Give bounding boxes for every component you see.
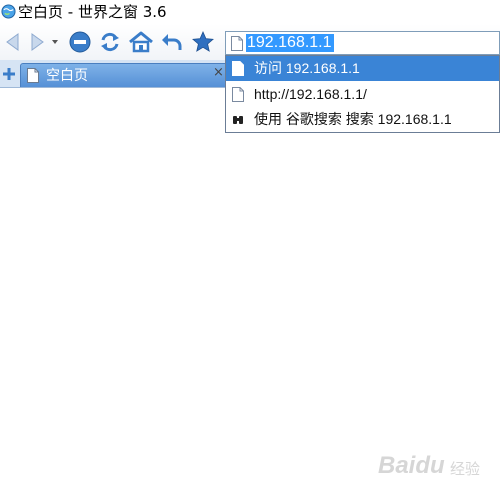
- autocomplete-item-search[interactable]: 使用 谷歌搜索 搜索 192.168.1.1: [226, 107, 499, 132]
- undo-button[interactable]: [159, 29, 185, 55]
- tab-close-button[interactable]: ×: [213, 65, 224, 81]
- autocomplete-item-url[interactable]: http://192.168.1.1/: [226, 82, 499, 107]
- autocomplete-item-label: 访问 192.168.1.1: [254, 60, 360, 76]
- address-bar[interactable]: 192.168.1.1: [225, 31, 500, 55]
- autocomplete-item-label: http://192.168.1.1/: [254, 86, 367, 102]
- address-input-selected-text[interactable]: 192.168.1.1: [246, 34, 334, 52]
- home-button[interactable]: [128, 29, 154, 55]
- stop-icon: [69, 31, 91, 53]
- back-arrow-icon: [6, 33, 19, 51]
- page-icon: [27, 68, 39, 83]
- autocomplete-item-visit[interactable]: 访问 192.168.1.1: [226, 56, 499, 81]
- history-dropdown-button[interactable]: [48, 29, 62, 55]
- star-icon: [192, 31, 214, 52]
- baidu-watermark: Baidu 经验: [378, 448, 496, 488]
- refresh-icon: [101, 32, 119, 52]
- watermark-logo-text: Baidu: [378, 452, 445, 479]
- title-bar: 空白页 - 世界之窗 3.6: [0, 0, 500, 24]
- watermark-sub-text: 经验: [450, 460, 481, 478]
- refresh-button[interactable]: [97, 29, 123, 55]
- page-icon: [232, 87, 244, 102]
- favorites-button[interactable]: [190, 29, 216, 55]
- page-icon: [232, 61, 244, 76]
- new-tab-button[interactable]: [0, 64, 18, 84]
- chevron-down-icon: [52, 40, 58, 44]
- home-icon: [129, 31, 153, 53]
- tab-title: 空白页: [46, 68, 88, 84]
- autocomplete-item-label: 使用 谷歌搜索 搜索 192.168.1.1: [254, 111, 452, 127]
- forward-arrow-icon: [31, 33, 44, 51]
- page-icon: [231, 36, 243, 51]
- stop-button[interactable]: [67, 29, 93, 55]
- binoculars-icon: [233, 116, 243, 124]
- undo-arrow-icon: [162, 34, 182, 50]
- autocomplete-dropdown: 访问 192.168.1.1 http://192.168.1.1/ 使用 谷歌…: [225, 55, 500, 133]
- forward-button[interactable]: [24, 29, 50, 55]
- tab-blank-page[interactable]: 空白页: [20, 63, 230, 87]
- globe-icon: [1, 4, 16, 19]
- page-content: [0, 88, 500, 500]
- plus-icon: [3, 68, 15, 80]
- window-title: 空白页 - 世界之窗 3.6: [18, 3, 167, 21]
- back-button[interactable]: [0, 29, 26, 55]
